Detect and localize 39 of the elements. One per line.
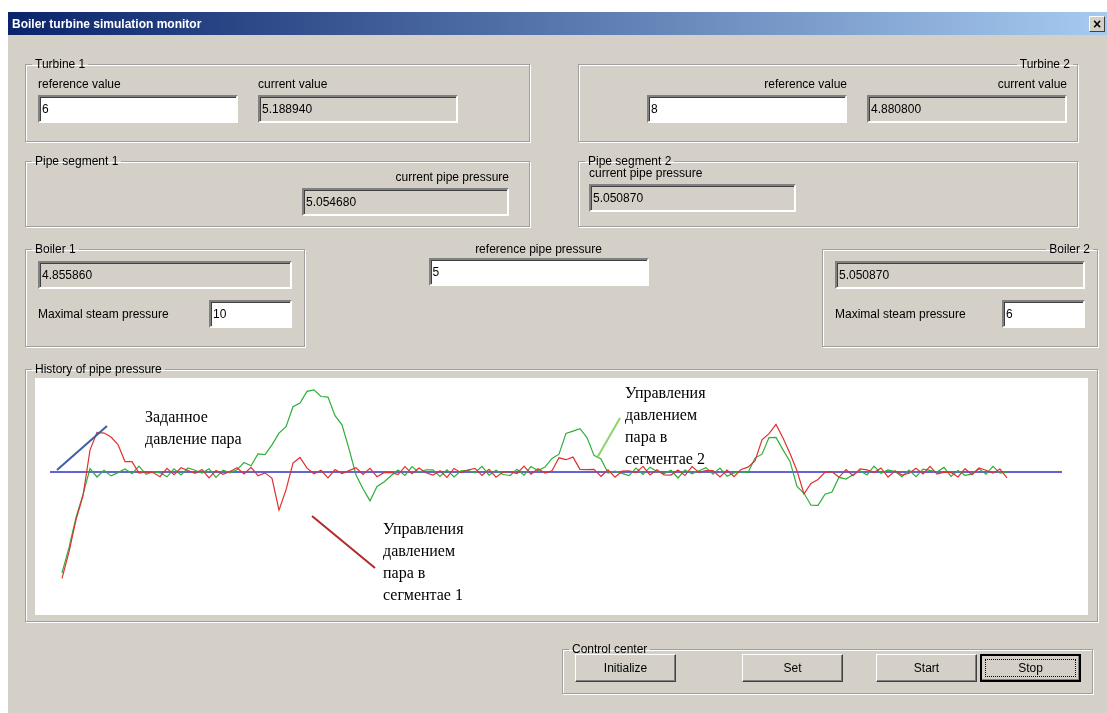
group-title: Pipe segment 1 (34, 154, 120, 168)
input-field[interactable]: 6 (1002, 300, 1085, 328)
readout-field[interactable]: 4.880800 (867, 95, 1067, 123)
annotation: Управления давлением пара в сегментае 2 (625, 383, 707, 469)
field-label: current pipe pressure (395, 170, 509, 184)
leader-line (311, 515, 376, 569)
annotation: Заданное давление пара (145, 407, 243, 450)
action-button[interactable]: Initialize (575, 654, 676, 682)
input-field[interactable]: 8 (647, 95, 847, 123)
input-field[interactable]: 5 (428, 258, 649, 286)
readout-field[interactable]: 5.188940 (258, 95, 458, 123)
field-label: reference value (764, 77, 847, 91)
readout-field[interactable]: 4.855860 (38, 261, 292, 289)
window-title: Boiler turbine simulation monitor (12, 16, 202, 31)
field-label: current value (997, 77, 1067, 91)
group-title: History of pipe pressure (34, 362, 163, 376)
readout-field[interactable]: 5.050870 (835, 261, 1085, 289)
group-title: Turbine 2 (1018, 57, 1071, 71)
input-field[interactable]: 6 (38, 95, 238, 123)
group-title: Pipe segment 2 (587, 154, 673, 168)
action-button[interactable]: Stop (980, 654, 1081, 682)
action-button[interactable]: Start (876, 654, 977, 682)
group-title: Boiler 1 (34, 242, 77, 256)
field-label: reference pipe pressure (475, 242, 602, 256)
input-field[interactable]: 10 (209, 300, 292, 328)
field-label: Maximal steam pressure (38, 307, 169, 321)
field-label: Maximal steam pressure (835, 307, 966, 321)
group-title: Turbine 1 (34, 57, 87, 71)
leader-line (56, 425, 108, 471)
action-button[interactable]: Set (742, 654, 843, 682)
leader-line (596, 417, 621, 459)
readout-field[interactable]: 5.054680 (302, 188, 509, 216)
group-title: Boiler 2 (1048, 242, 1091, 256)
field-label: current value (258, 77, 329, 91)
readout-field[interactable]: 5.050870 (589, 184, 796, 212)
group-title: Control center (571, 642, 649, 656)
field-label: reference value (38, 77, 122, 91)
annotation: Управления давлением пара в сегментае 1 (383, 519, 465, 605)
close-button[interactable]: × (1089, 15, 1105, 32)
